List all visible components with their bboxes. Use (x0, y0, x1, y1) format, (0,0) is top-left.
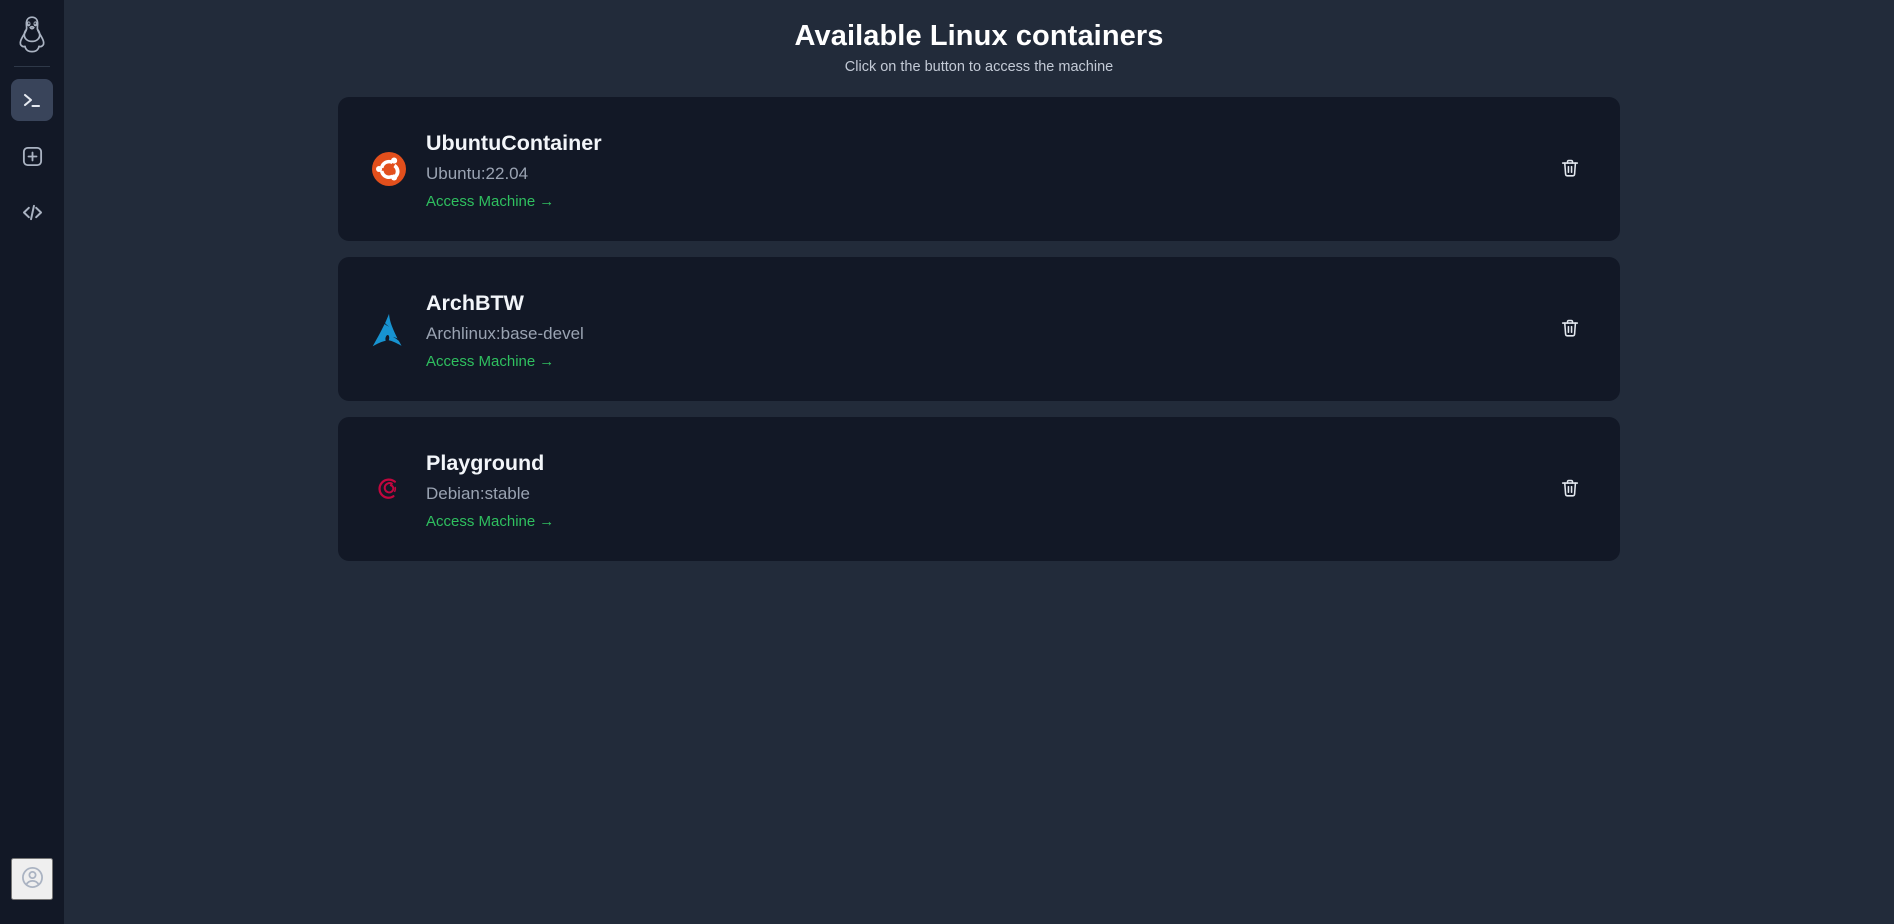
sidebar (0, 0, 64, 924)
container-card[interactable]: UbuntuContainer Ubuntu:22.04 Access Mach… (338, 97, 1620, 241)
access-machine-link[interactable]: Access Machine→ (426, 191, 554, 212)
trash-icon (1559, 157, 1581, 182)
linux-tux-logo-icon (10, 12, 54, 56)
delete-container-button[interactable] (1550, 469, 1590, 509)
sidebar-item-code-editor[interactable] (11, 191, 53, 233)
container-image: Debian:stable (426, 482, 1550, 506)
archlinux-logo-icon (362, 302, 416, 356)
page-header: Available Linux containers Click on the … (64, 18, 1894, 75)
container-info: UbuntuContainer Ubuntu:22.04 Access Mach… (426, 127, 1550, 212)
container-image: Ubuntu:22.04 (426, 162, 1550, 186)
debian-logo-icon (362, 462, 416, 516)
container-info: ArchBTW Archlinux:base-devel Access Mach… (426, 287, 1550, 372)
container-name: ArchBTW (426, 289, 1550, 318)
user-circle-icon (20, 865, 45, 893)
access-machine-link[interactable]: Access Machine→ (426, 511, 554, 532)
ubuntu-logo-icon (362, 142, 416, 196)
container-card[interactable]: Playground Debian:stable Access Machine→ (338, 417, 1620, 561)
access-machine-label: Access Machine (426, 193, 535, 210)
arrow-right-icon: → (539, 513, 554, 530)
sidebar-item-terminals[interactable] (11, 79, 53, 121)
sidebar-divider (14, 66, 50, 67)
main-content: Available Linux containers Click on the … (64, 0, 1894, 924)
arrow-right-icon: → (539, 353, 554, 370)
access-machine-label: Access Machine (426, 513, 535, 530)
access-machine-link[interactable]: Access Machine→ (426, 351, 554, 372)
delete-container-button[interactable] (1550, 149, 1590, 189)
container-card[interactable]: ArchBTW Archlinux:base-devel Access Mach… (338, 257, 1620, 401)
sidebar-item-account[interactable] (11, 858, 53, 900)
container-name: Playground (426, 449, 1550, 478)
plus-square-icon (21, 145, 44, 168)
sidebar-item-add-container[interactable] (11, 135, 53, 177)
trash-icon (1559, 477, 1581, 502)
terminal-icon (20, 88, 44, 112)
container-info: Playground Debian:stable Access Machine→ (426, 447, 1550, 532)
container-name: UbuntuContainer (426, 129, 1550, 158)
trash-icon (1559, 317, 1581, 342)
page-title: Available Linux containers (64, 18, 1894, 54)
access-machine-label: Access Machine (426, 353, 535, 370)
container-list: UbuntuContainer Ubuntu:22.04 Access Mach… (338, 97, 1620, 561)
page-subtitle: Click on the button to access the machin… (64, 59, 1894, 75)
arrow-right-icon: → (539, 193, 554, 210)
container-image: Archlinux:base-devel (426, 322, 1550, 346)
delete-container-button[interactable] (1550, 309, 1590, 349)
code-brackets-icon (20, 200, 45, 225)
